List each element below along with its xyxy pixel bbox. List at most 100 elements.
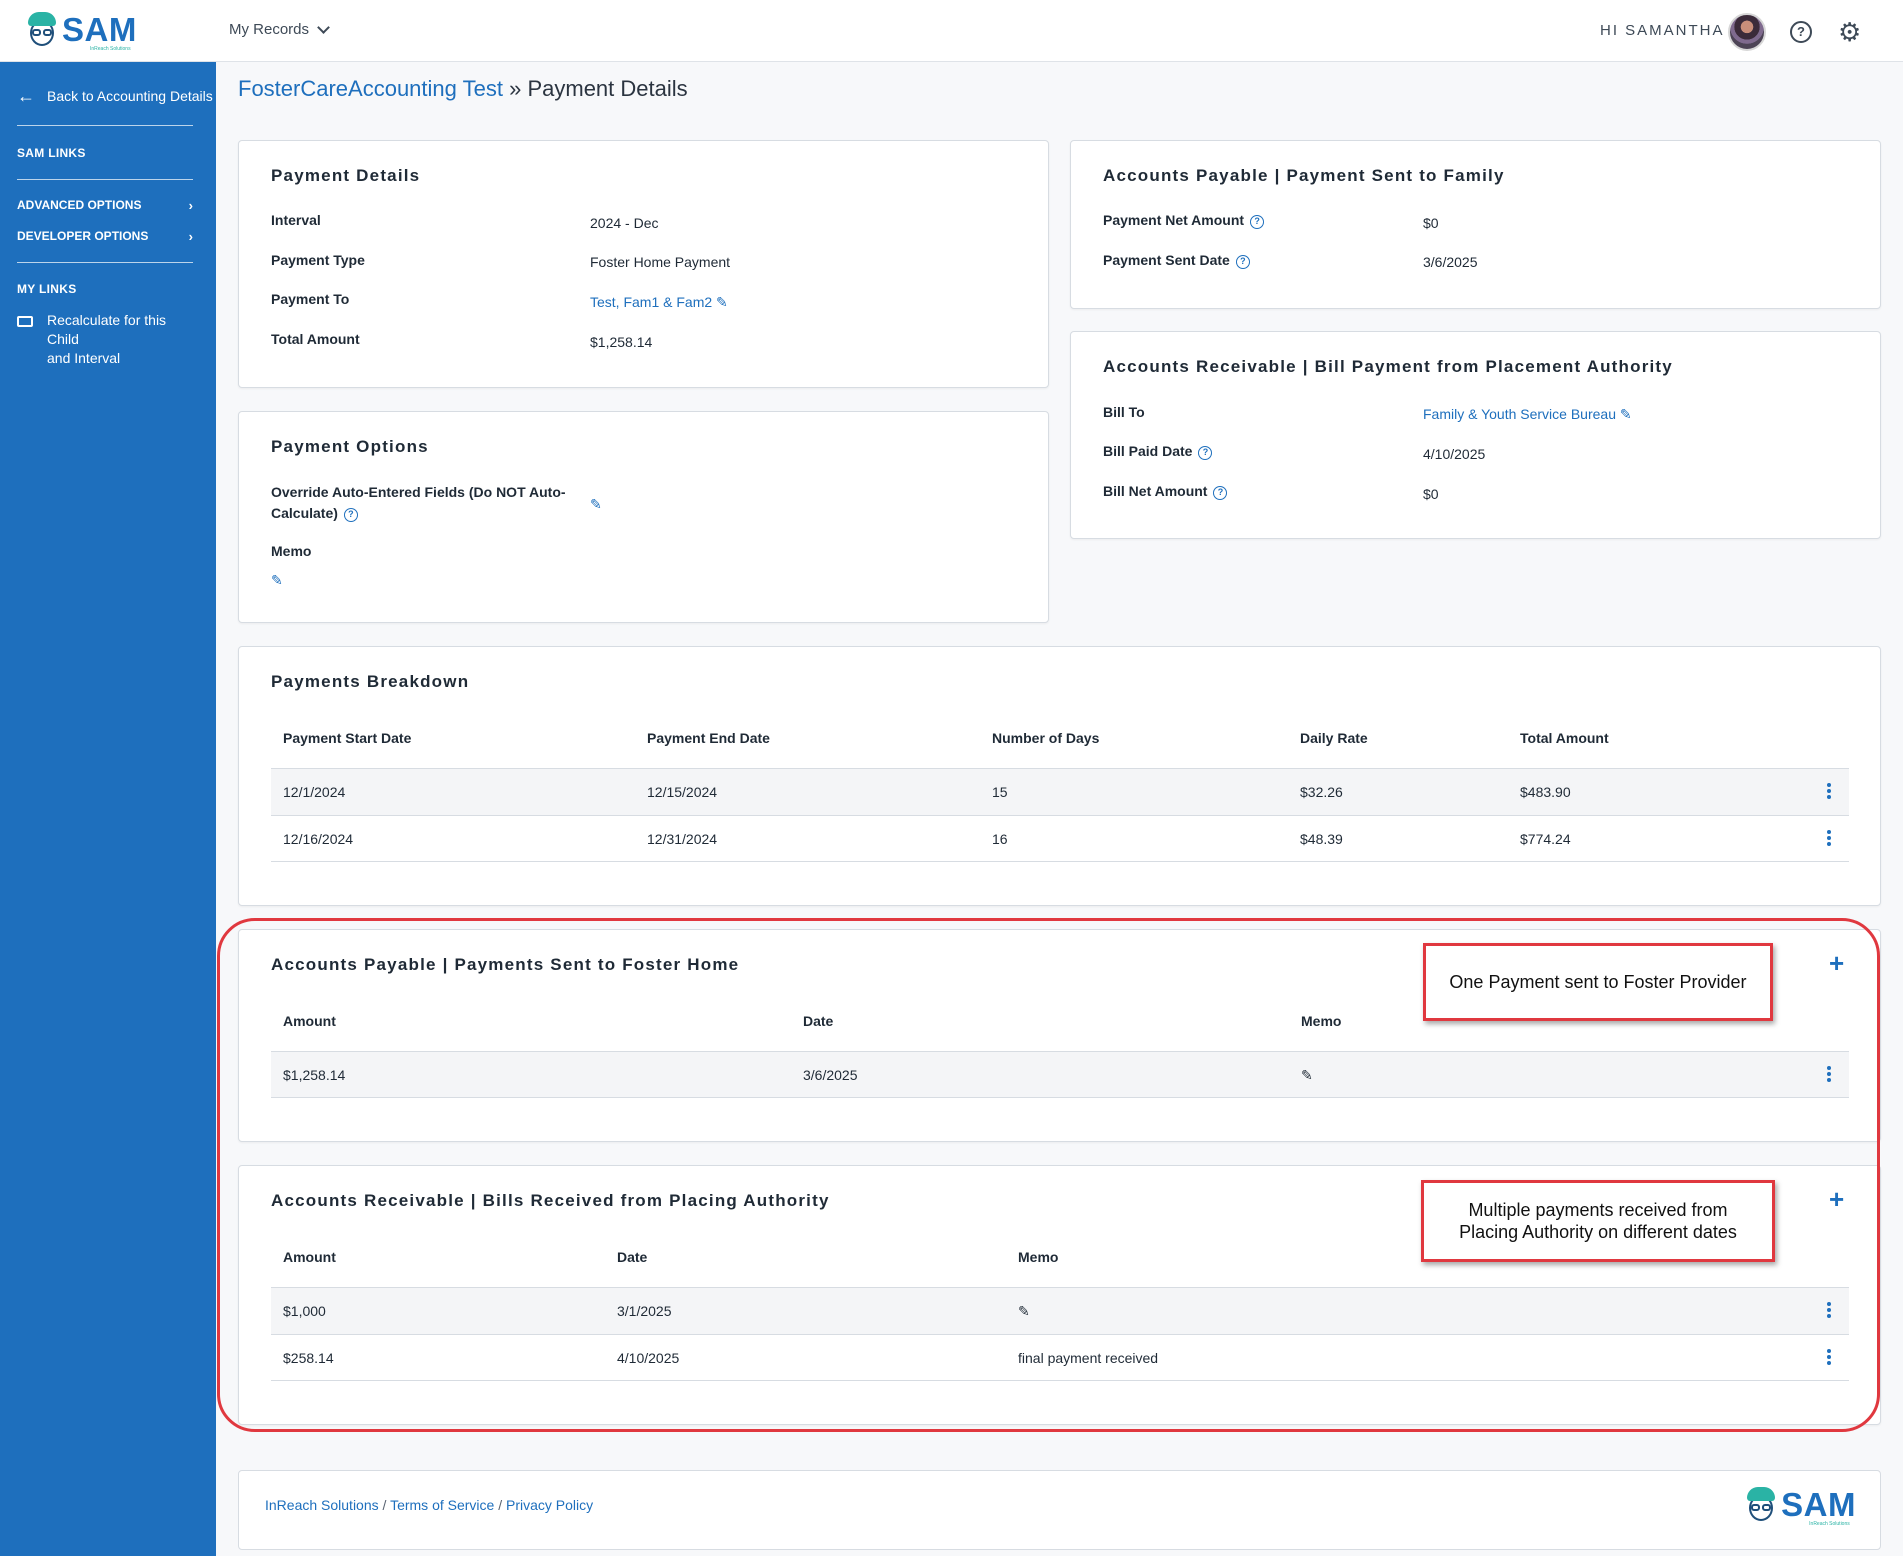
developer-options-label: DEVELOPER OPTIONS: [17, 229, 149, 243]
footer-sam-logo: SAM InReach Solutions: [1745, 1486, 1856, 1527]
privacy-link[interactable]: Privacy Policy: [506, 1497, 593, 1513]
chevron-down-icon: [317, 20, 330, 34]
top-bar: SAM InReach Solutions My Records HI SAMA…: [0, 0, 1903, 62]
advanced-options-label: ADVANCED OPTIONS: [17, 198, 142, 212]
payment-net-amount-label: Payment Net Amount?: [1103, 212, 1265, 229]
payment-type-label: Payment Type: [271, 252, 365, 268]
override-fields-label: Override Auto-Entered Fields (Do NOT Aut…: [271, 484, 566, 522]
pencil-icon[interactable]: ✎: [271, 572, 283, 589]
sidebar-divider: [17, 262, 193, 263]
column-header[interactable]: Number of Days: [992, 730, 1099, 746]
annotation-callout-one-payment: One Payment sent to Foster Provider: [1423, 943, 1773, 1021]
total-amount-cell: $483.90: [1520, 784, 1571, 800]
card-title: Accounts Payable | Payment Sent to Famil…: [1103, 166, 1505, 185]
question-circle-icon[interactable]: ?: [1198, 446, 1213, 460]
question-circle-icon[interactable]: ?: [343, 508, 358, 522]
column-header[interactable]: Payment Start Date: [283, 730, 411, 746]
payment-details-card: Payment Details Interval 2024 - Dec Paym…: [238, 140, 1049, 388]
pencil-icon[interactable]: ✎: [1620, 406, 1632, 423]
advanced-options-toggle[interactable]: ADVANCED OPTIONS ›: [17, 198, 193, 213]
payment-to-label: Payment To: [271, 291, 350, 307]
payment-sent-date-label: Payment Sent Date?: [1103, 252, 1250, 269]
my-records-label: My Records: [229, 21, 310, 38]
kebab-icon[interactable]: [1827, 830, 1831, 846]
bill-to-link[interactable]: Family & Youth Service Bureau ✎: [1423, 406, 1632, 423]
total-amount-label: Total Amount: [271, 331, 360, 347]
sam-logo[interactable]: SAM InReach Solutions: [26, 11, 137, 52]
recalculate-label: Recalculate for this Child and Interval: [47, 312, 167, 366]
question-circle-icon[interactable]: ?: [1213, 486, 1228, 500]
days-cell: 16: [992, 831, 1008, 847]
daily-rate-cell: $48.39: [1300, 831, 1343, 847]
footer-links: InReach Solutions / Terms of Service / P…: [265, 1497, 593, 1513]
card-title: Payment Details: [271, 166, 421, 185]
back-label: Back to Accounting Details: [47, 88, 213, 104]
table-row: 12/16/2024 12/31/2024 16 $48.39 $774.24: [271, 815, 1849, 862]
card-title: Accounts Receivable | Bill Payment from …: [1103, 357, 1673, 376]
annotation-callout-multiple-payments: Multiple payments received from Placing A…: [1421, 1180, 1775, 1262]
avatar[interactable]: [1728, 13, 1766, 51]
memo-label: Memo: [271, 543, 312, 559]
user-greeting: HI SAMANTHA: [1600, 22, 1725, 39]
question-circle-icon[interactable]: ?: [1235, 255, 1250, 269]
footer-separator: /: [378, 1497, 391, 1513]
bill-net-amount-value: $0: [1423, 486, 1439, 502]
payments-breakdown-card: Payments Breakdown Payment Start Date Pa…: [238, 646, 1881, 906]
logo-text: SAM: [62, 11, 137, 48]
sam-mascot-icon: [1745, 1487, 1777, 1523]
chevron-right-icon: ›: [188, 229, 193, 244]
start-date-cell: 12/16/2024: [283, 831, 354, 847]
bill-net-amount-label: Bill Net Amount?: [1103, 483, 1228, 500]
back-to-accounting-link[interactable]: ← Back to Accounting Details: [17, 86, 213, 106]
kebab-icon[interactable]: [1827, 783, 1831, 799]
arrow-left-icon: ←: [17, 86, 35, 106]
my-records-menu[interactable]: My Records: [229, 20, 330, 38]
interval-label: Interval: [271, 212, 321, 228]
help-icon[interactable]: ?: [1790, 21, 1812, 43]
logo-subtext: InReach Solutions: [90, 46, 131, 52]
payment-options-card: Payment Options Override Auto-Entered Fi…: [238, 411, 1049, 623]
column-header[interactable]: Daily Rate: [1300, 730, 1368, 746]
page-title: Payment Details: [527, 76, 688, 101]
logo-text: SAM: [1781, 1486, 1856, 1523]
footer: InReach Solutions / Terms of Service / P…: [238, 1470, 1881, 1550]
question-circle-icon[interactable]: ?: [1250, 215, 1265, 229]
column-header[interactable]: Total Amount: [1520, 730, 1609, 746]
logo-subtext: InReach Solutions: [1809, 1521, 1850, 1527]
end-date-cell: 12/31/2024: [647, 831, 718, 847]
days-cell: 15: [992, 784, 1008, 800]
total-amount-value: $1,258.14: [590, 334, 653, 350]
chevron-right-icon: ›: [188, 198, 193, 213]
ap-family-card: Accounts Payable | Payment Sent to Famil…: [1070, 140, 1881, 309]
sidebar-divider: [17, 125, 193, 126]
daily-rate-cell: $32.26: [1300, 784, 1343, 800]
gear-icon[interactable]: ⚙: [1838, 19, 1861, 45]
recalculate-link[interactable]: Recalculate for this Child and Interval: [17, 311, 197, 368]
payment-sent-date-value: 3/6/2025: [1423, 254, 1478, 270]
payment-net-amount-value: $0: [1423, 215, 1439, 231]
breadcrumb: FosterCareAccounting Test » Payment Deta…: [238, 76, 688, 102]
sam-links-heading: SAM LINKS: [17, 146, 86, 160]
pencil-icon[interactable]: ✎: [716, 294, 728, 311]
developer-options-toggle[interactable]: DEVELOPER OPTIONS ›: [17, 229, 193, 244]
bill-paid-date-value: 4/10/2025: [1423, 446, 1486, 462]
end-date-cell: 12/15/2024: [647, 784, 718, 800]
column-header[interactable]: Payment End Date: [647, 730, 770, 746]
payment-to-link[interactable]: Test, Fam1 & Fam2 ✎: [590, 294, 728, 311]
card-title: Payment Options: [271, 437, 429, 456]
inreach-link[interactable]: InReach Solutions: [265, 1497, 379, 1513]
table-row: 12/1/2024 12/15/2024 15 $32.26 $483.90: [271, 768, 1849, 815]
start-date-cell: 12/1/2024: [283, 784, 346, 800]
ar-authority-card: Accounts Receivable | Bill Payment from …: [1070, 331, 1881, 539]
breadcrumb-separator: »: [509, 76, 522, 101]
pencil-icon[interactable]: ✎: [590, 496, 602, 513]
interval-value: 2024 - Dec: [590, 215, 659, 231]
card-title: Payments Breakdown: [271, 672, 470, 691]
total-amount-cell: $774.24: [1520, 831, 1571, 847]
breadcrumb-parent-link[interactable]: FosterCareAccounting Test: [238, 76, 503, 101]
sidebar: ← Back to Accounting Details SAM LINKS A…: [0, 62, 216, 1556]
bill-paid-date-label: Bill Paid Date?: [1103, 443, 1213, 460]
terms-link[interactable]: Terms of Service: [390, 1497, 494, 1513]
bill-to-label: Bill To: [1103, 404, 1145, 420]
sidebar-divider: [17, 179, 193, 180]
